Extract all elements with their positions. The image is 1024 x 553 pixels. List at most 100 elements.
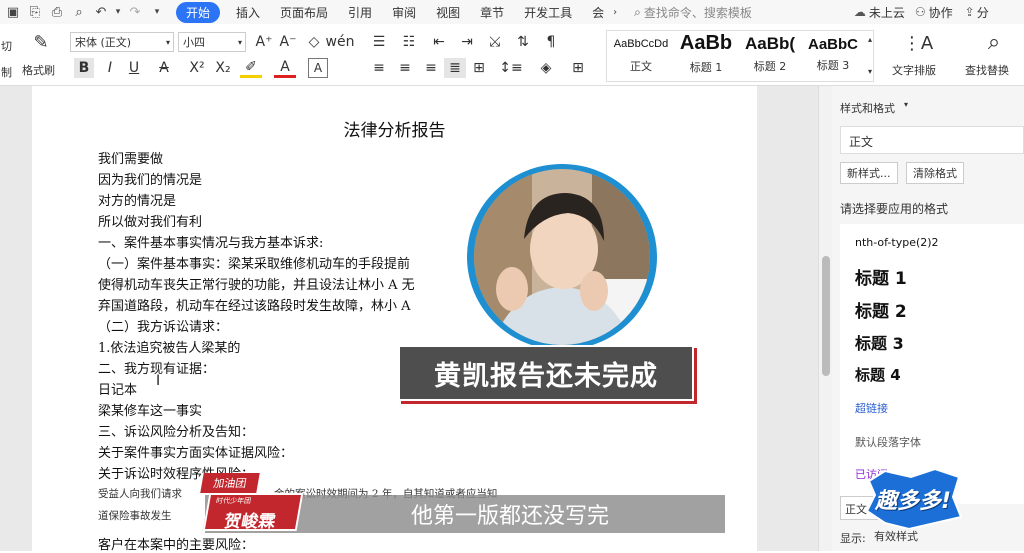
copy-button[interactable]: 制: [1, 64, 12, 80]
clear-format-button[interactable]: 清除格式: [906, 162, 964, 184]
highlight-icon[interactable]: ✐: [240, 58, 262, 78]
gallery-up-icon[interactable]: ▴: [866, 32, 874, 46]
chevron-right-icon[interactable]: ›: [606, 3, 624, 21]
doc-line-small: 受益人向我们请求: [98, 488, 182, 500]
number-list-icon[interactable]: ☷: [398, 32, 420, 52]
save-icon[interactable]: ▣: [4, 3, 22, 21]
sort-icon[interactable]: ⇅: [512, 32, 534, 52]
doc-line: 使得机动车丧失正常行驶的功能，并且设法让林小 A 无: [98, 278, 415, 293]
style-normal[interactable]: AaBbCcDd 正文: [610, 32, 672, 80]
style-item-heading-3[interactable]: 标题 3: [855, 330, 904, 354]
tab-insert[interactable]: 插入: [236, 4, 260, 21]
subtitle-text: 黄凯报告还未完成: [434, 360, 658, 392]
tab-member[interactable]: 会: [592, 4, 604, 21]
borders-icon[interactable]: ⊞: [566, 58, 590, 78]
style-item-heading-4[interactable]: 标题 4: [855, 364, 901, 385]
style-name: 标题 1: [689, 61, 723, 74]
format-painter-button[interactable]: 格式刷: [22, 62, 55, 78]
undo-icon[interactable]: ↶: [92, 3, 110, 21]
new-style-button[interactable]: 新样式...: [840, 162, 898, 184]
bullet-list-icon[interactable]: ☰: [368, 32, 390, 52]
doc-line: 弃国道路段，机动车在经过该路段时发生故障，林小 A: [98, 299, 411, 314]
distribute-icon[interactable]: ⊞: [468, 58, 490, 78]
doc-line: 一、案件基本事实情况与我方基本诉求:: [98, 236, 324, 251]
tab-developer[interactable]: 开发工具: [524, 4, 572, 21]
redo-icon[interactable]: ↷: [126, 3, 144, 21]
undo-dropdown-icon[interactable]: ▾: [114, 3, 122, 21]
font-name-select[interactable]: 宋体 (正文) ▾: [70, 32, 174, 52]
collab-button[interactable]: 协作: [929, 4, 953, 21]
style-heading-2[interactable]: AaBb( 标题 2: [738, 32, 802, 80]
italic-button[interactable]: I: [100, 58, 120, 78]
tab-chapter[interactable]: 章节: [480, 4, 504, 21]
scrollbar-thumb[interactable]: [822, 256, 830, 376]
cloud-status[interactable]: 未上云: [869, 4, 905, 21]
outdent-icon[interactable]: ⇤: [428, 32, 450, 52]
pinyin-icon[interactable]: wén: [326, 32, 355, 52]
style-name: 标题 3: [816, 59, 850, 72]
tab-review[interactable]: 审阅: [392, 4, 416, 21]
align-center-icon[interactable]: ≡: [394, 58, 416, 78]
strikethrough-button[interactable]: A: [154, 58, 174, 78]
current-style-box[interactable]: 正文: [840, 126, 1024, 154]
indent-icon[interactable]: ⇥: [456, 32, 478, 52]
tab-start[interactable]: 开始: [176, 1, 221, 23]
text-layout-button[interactable]: 文字排版: [892, 62, 936, 78]
justify-icon[interactable]: ≣: [444, 58, 466, 78]
name-tag-main: 时代少年团 贺峻霖: [202, 493, 304, 532]
style-item-heading-2[interactable]: 标题 2: [855, 297, 907, 322]
superscript-button[interactable]: X²: [186, 58, 208, 78]
show-marks-icon[interactable]: ¶: [540, 32, 562, 52]
style-name: 正文: [630, 60, 652, 73]
subscript-button[interactable]: X₂: [212, 58, 234, 78]
text-layout-icon[interactable]: ⋮A: [903, 30, 933, 56]
find-replace-icon[interactable]: ⌕: [980, 28, 1008, 56]
tab-reference[interactable]: 引用: [348, 4, 372, 21]
chevron-down-icon[interactable]: ▾: [904, 100, 908, 109]
cloud-icon: ☁: [853, 5, 866, 19]
char-border-icon[interactable]: A: [308, 58, 328, 78]
share-button[interactable]: 分: [977, 4, 989, 21]
style-heading-3[interactable]: AaBbC 标题 3: [802, 32, 864, 80]
gallery-down-icon[interactable]: ▾: [866, 64, 874, 78]
line-spacing-icon[interactable]: ↕≡: [498, 58, 524, 78]
font-color-icon[interactable]: A: [274, 58, 296, 78]
style-item-hyperlink[interactable]: 超链接: [855, 400, 888, 416]
doc-line-small: 道保险事故发生: [98, 510, 172, 522]
style-item-heading-1[interactable]: 标题 1: [855, 264, 907, 289]
find-replace-button[interactable]: 查找替换: [965, 62, 1009, 78]
chevron-down-icon: ▾: [237, 37, 242, 47]
chinese-layout-icon[interactable]: ⤩: [484, 32, 506, 52]
tab-view[interactable]: 视图: [436, 4, 460, 21]
bottom-caption-text: 他第一版都还没写完: [410, 504, 609, 529]
vertical-scrollbar[interactable]: [818, 86, 832, 551]
style-heading-1[interactable]: AaBb 标题 1: [674, 32, 738, 80]
tag-name-text: 贺峻霖: [222, 512, 277, 532]
brush-icon[interactable]: ✎: [30, 30, 52, 54]
align-left-icon[interactable]: ≡: [368, 58, 390, 78]
command-search-input[interactable]: 查找命令、搜索模板: [644, 4, 824, 21]
preview-icon[interactable]: ⌕: [70, 3, 88, 21]
shading-icon[interactable]: ◈: [534, 58, 558, 78]
shrink-font-icon[interactable]: A⁻: [278, 32, 298, 52]
grow-font-icon[interactable]: A⁺: [254, 32, 274, 52]
export-icon[interactable]: ⎘: [26, 3, 44, 21]
style-item[interactable]: nth-of-type(2)2: [855, 236, 939, 249]
doc-line: 关于案件事实方面实体证据风险：: [98, 446, 294, 461]
align-right-icon[interactable]: ≡: [420, 58, 442, 78]
underline-button[interactable]: U: [124, 58, 144, 78]
style-list: nth-of-type(2)2 标题 1 标题 2 标题 3 标题 4 超链接 …: [840, 224, 1024, 504]
font-size-select[interactable]: 小四 ▾: [178, 32, 246, 52]
bold-button[interactable]: B: [74, 58, 94, 78]
print-icon[interactable]: ⎙: [48, 3, 66, 21]
tab-page-layout[interactable]: 页面布局: [280, 4, 328, 21]
tag-top-text: 加油团: [212, 477, 248, 490]
document-page[interactable]: 法律分析报告 我们需要做 因为我们的情况是 对方的情况是 所以做对我们有利 一、…: [32, 86, 757, 553]
share-icon: ⇪: [964, 5, 975, 19]
doc-line: 三、诉讼风险分析及告知：: [98, 425, 255, 440]
style-item-default-font[interactable]: 默认段落字体: [855, 434, 921, 450]
more-icon[interactable]: ▾: [148, 3, 166, 21]
clear-format-icon[interactable]: ◇: [304, 32, 324, 52]
cut-button[interactable]: 切: [1, 38, 12, 54]
doc-title: 法律分析报告: [343, 121, 446, 141]
